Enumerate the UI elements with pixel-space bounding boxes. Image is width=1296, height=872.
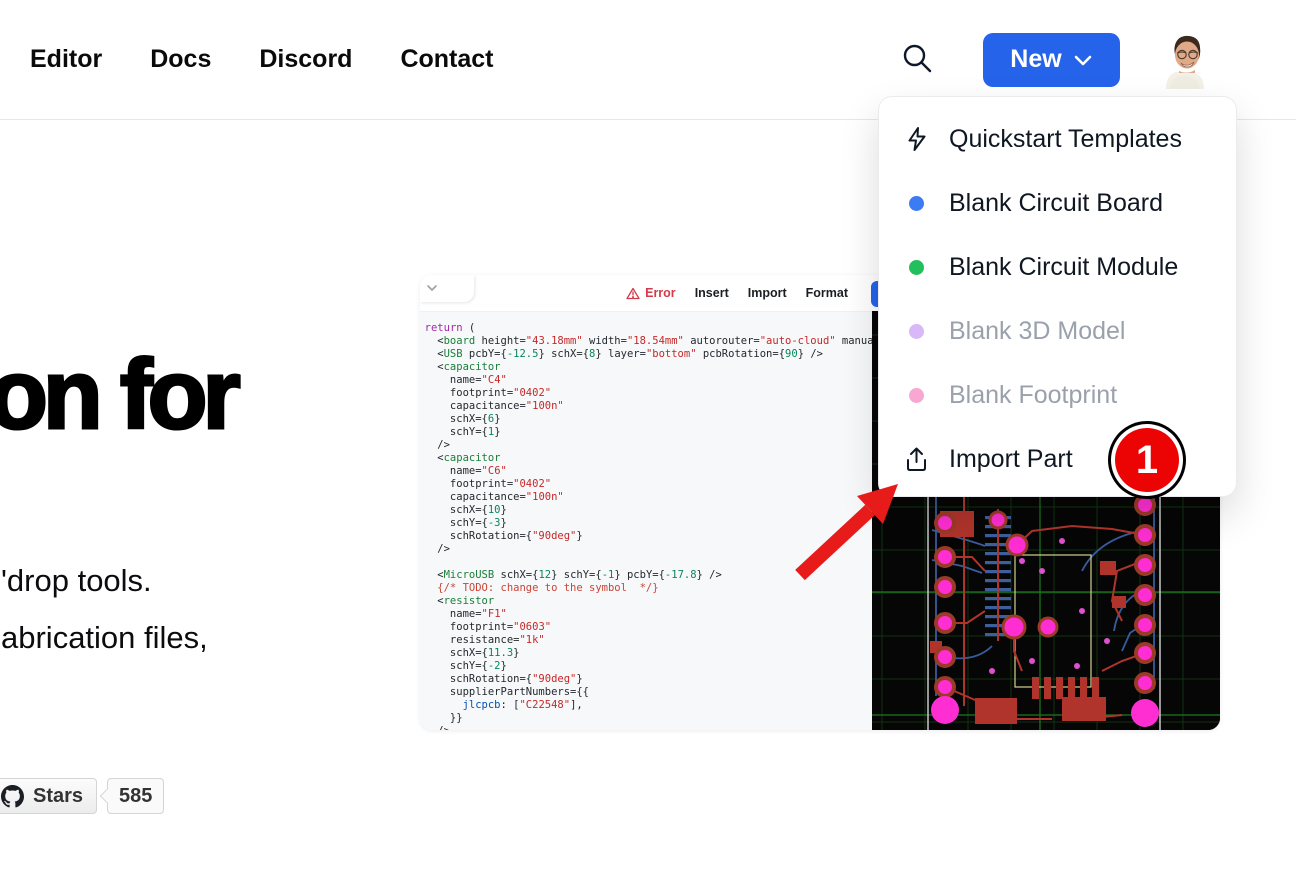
header-actions: New: [899, 31, 1212, 89]
github-stars-button[interactable]: Stars: [0, 778, 97, 814]
github-stars-widget: Stars 585: [0, 778, 164, 814]
menu-item-import-part[interactable]: Import Part: [879, 427, 1236, 491]
menu-item-label: Import Part: [949, 445, 1073, 474]
menu-item-label: Quickstart Templates: [949, 125, 1182, 154]
menu-item-quickstart-templates[interactable]: Quickstart Templates: [879, 107, 1236, 171]
nav-item-contact[interactable]: Contact: [400, 45, 493, 74]
hero-heading-fragment: on for: [0, 338, 236, 451]
green-dot-icon: [903, 260, 930, 275]
upload-icon: [903, 446, 930, 473]
pink-dot-icon: [903, 388, 930, 403]
purple-dot-icon: [903, 324, 930, 339]
github-stars-count[interactable]: 585: [107, 778, 164, 814]
code-content: return ( <board height="43.18mm" width="…: [420, 322, 872, 730]
menu-item-label: Blank Circuit Module: [949, 253, 1178, 282]
menu-item-blank-circuit-board[interactable]: Blank Circuit Board: [879, 171, 1236, 235]
nav-item-editor[interactable]: Editor: [30, 45, 102, 74]
warning-icon: [626, 287, 640, 300]
hero-body-text: 'drop tools. abrication files,: [1, 552, 208, 666]
new-button-label: New: [1010, 45, 1061, 74]
hero-body-line-2: abrication files,: [1, 609, 208, 666]
menu-item-blank-footprint[interactable]: Blank Footprint: [879, 363, 1236, 427]
error-label: Error: [645, 286, 676, 300]
github-stars-label: Stars: [33, 785, 83, 808]
menu-item-label: Blank Circuit Board: [949, 189, 1163, 218]
menu-item-label: Blank Footprint: [949, 381, 1117, 410]
code-editor[interactable]: return ( <board height="43.18mm" width="…: [420, 311, 872, 730]
github-icon: [1, 785, 24, 808]
hero-body-line-1: 'drop tools.: [1, 552, 208, 609]
main-nav: Editor Docs Discord Contact: [30, 45, 494, 74]
blue-dot-icon: [903, 196, 930, 211]
search-button[interactable]: [899, 42, 935, 78]
new-dropdown-menu: Quickstart Templates Blank Circuit Board…: [878, 96, 1237, 497]
nav-item-discord[interactable]: Discord: [259, 45, 352, 74]
annotation-step-badge: 1: [1115, 428, 1179, 492]
error-indicator[interactable]: Error: [626, 286, 676, 300]
format-button[interactable]: Format: [806, 286, 848, 300]
user-avatar[interactable]: [1156, 31, 1212, 89]
lightning-icon: [903, 126, 930, 152]
menu-item-label: Blank 3D Model: [949, 317, 1125, 346]
nav-item-docs[interactable]: Docs: [150, 45, 211, 74]
import-button[interactable]: Import: [748, 286, 787, 300]
search-icon: [900, 41, 934, 78]
chevron-down-icon: [1073, 45, 1093, 74]
new-button[interactable]: New: [983, 33, 1120, 87]
menu-item-blank-circuit-module[interactable]: Blank Circuit Module: [879, 235, 1236, 299]
insert-button[interactable]: Insert: [695, 286, 729, 300]
editor-toolbar-items: Error Insert Import Format: [420, 275, 872, 311]
menu-item-blank-3d-model[interactable]: Blank 3D Model: [879, 299, 1236, 363]
